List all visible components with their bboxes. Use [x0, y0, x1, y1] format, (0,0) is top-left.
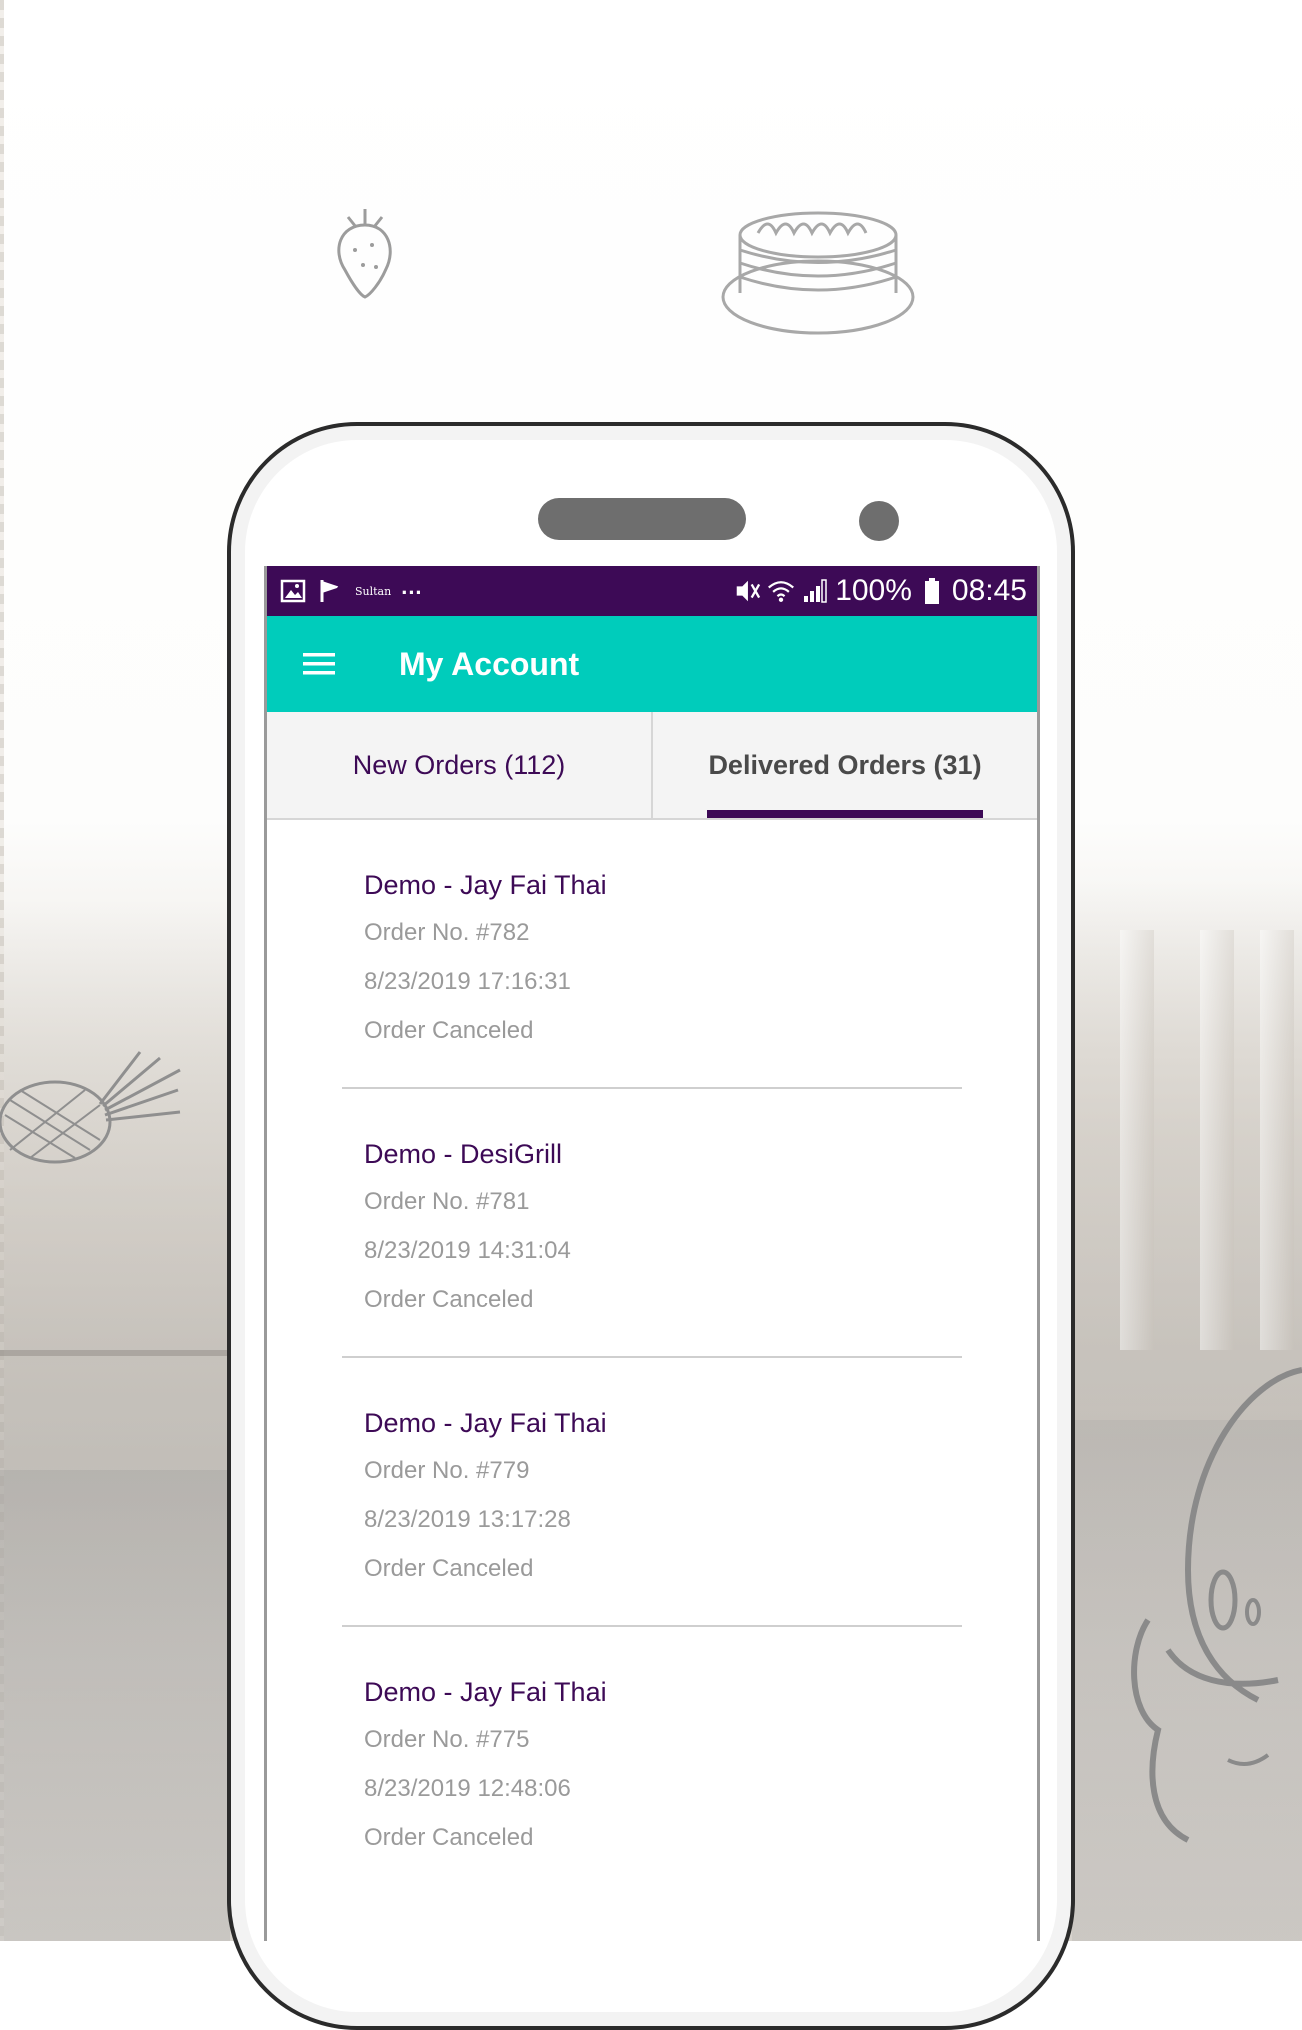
battery-percent: 100% — [835, 574, 912, 607]
order-status: Order Canceled — [364, 1286, 534, 1313]
column-pillar — [1120, 930, 1154, 1350]
order-number: Order No. #779 — [364, 1457, 530, 1484]
order-status: Order Canceled — [364, 1555, 534, 1582]
order-datetime: 8/23/2019 14:31:04 — [364, 1237, 571, 1264]
order-restaurant: Demo - Jay Fai Thai — [364, 1408, 607, 1438]
tab-delivered-orders-label: Delivered Orders (31) — [708, 749, 982, 780]
more-dots-icon: ... — [401, 574, 423, 599]
strawberry-doodle — [337, 209, 392, 299]
phone-camera — [859, 501, 899, 541]
brand-icon: Sultan — [355, 584, 392, 598]
wifi-icon — [767, 577, 795, 605]
clock: 08:45 — [951, 574, 1027, 607]
order-item[interactable]: Demo - Jay Fai Thai Order No. #782 8/23/… — [342, 820, 962, 1089]
mascot-doodle — [1131, 1367, 1302, 1843]
status-bar-notifications: Sultan ... — [279, 574, 423, 605]
order-restaurant: Demo - Jay Fai Thai — [364, 1677, 607, 1707]
order-tabs: New Orders (112) Delivered Orders (31) — [267, 712, 1037, 820]
order-number: Order No. #781 — [364, 1188, 530, 1215]
app-toolbar: My Account — [267, 616, 1037, 712]
hamburger-menu-icon[interactable] — [289, 634, 349, 694]
column-pillar — [1200, 930, 1234, 1350]
mute-vibrate-icon — [733, 577, 761, 605]
phone-screen: Sultan ... 100% 08:45 My Account New Ord… — [264, 566, 1040, 1941]
pineapple-doodle — [0, 1051, 181, 1164]
status-bar-system: 100% 08:45 — [733, 574, 1027, 608]
column-pillar — [1260, 930, 1294, 1350]
order-datetime: 8/23/2019 12:48:06 — [364, 1775, 571, 1802]
order-item[interactable]: Demo - Jay Fai Thai Order No. #775 8/23/… — [342, 1627, 962, 1894]
phone-speaker — [538, 498, 746, 540]
order-status: Order Canceled — [364, 1017, 534, 1044]
order-number: Order No. #782 — [364, 919, 530, 946]
signal-icon — [801, 577, 829, 605]
order-item[interactable]: Demo - DesiGrill Order No. #781 8/23/201… — [342, 1089, 962, 1358]
check-flag-icon — [317, 577, 345, 605]
pancake-stack-doodle — [721, 211, 915, 335]
order-number: Order No. #775 — [364, 1726, 530, 1753]
street-rail — [0, 1350, 230, 1356]
order-datetime: 8/23/2019 13:17:28 — [364, 1506, 571, 1533]
page-title: My Account — [399, 645, 580, 682]
image-icon — [279, 577, 307, 605]
order-list: Demo - Jay Fai Thai Order No. #782 8/23/… — [267, 820, 1037, 1894]
battery-icon — [918, 577, 946, 605]
order-item[interactable]: Demo - Jay Fai Thai Order No. #779 8/23/… — [342, 1358, 962, 1627]
tab-new-orders[interactable]: New Orders (112) — [267, 712, 651, 818]
status-bar: Sultan ... 100% 08:45 — [267, 566, 1037, 616]
active-tab-indicator — [707, 810, 983, 818]
road-left — [0, 1470, 230, 1941]
order-datetime: 8/23/2019 17:16:31 — [364, 968, 571, 995]
tab-delivered-orders[interactable]: Delivered Orders (31) — [651, 712, 1037, 818]
order-restaurant: Demo - Jay Fai Thai — [364, 870, 607, 900]
order-restaurant: Demo - DesiGrill — [364, 1139, 563, 1169]
order-status: Order Canceled — [364, 1824, 534, 1851]
